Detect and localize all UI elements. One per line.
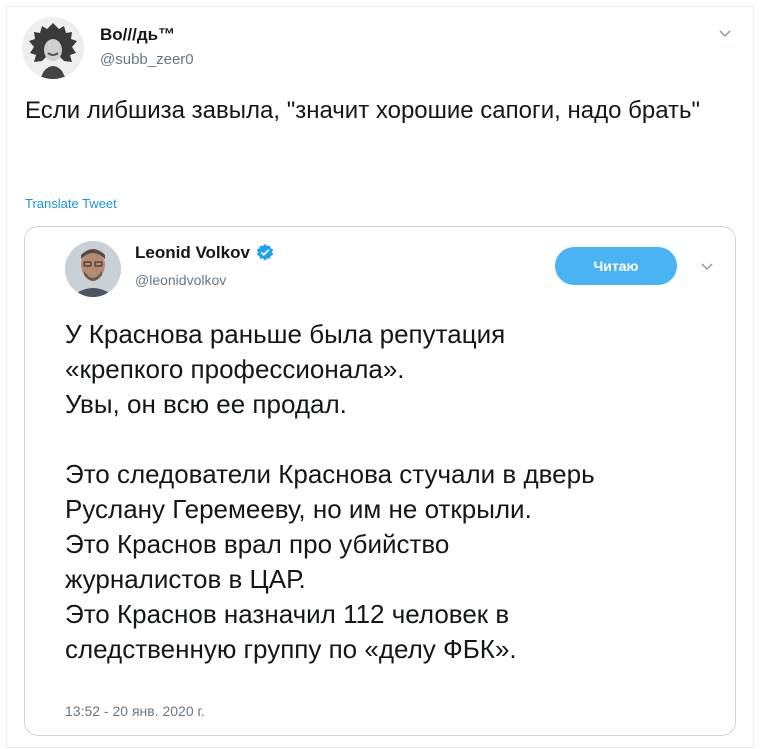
quoted-author-handle[interactable]: @leonidvolkov <box>135 272 226 288</box>
quoted-author-avatar[interactable] <box>65 241 121 297</box>
text-line: Руслану Геремееву, но им не открыли. <box>65 494 532 524</box>
text-line: Это Краснов назначил 112 человек в <box>65 599 510 629</box>
quoted-tweet[interactable]: Leonid Volkov @leonidvolkov Читаю У Крас… <box>24 226 736 736</box>
quoted-tweet-text: У Краснова раньше была репутация «крепко… <box>65 317 715 667</box>
author-name[interactable]: Во///дь™ <box>100 25 175 45</box>
chevron-down-icon[interactable] <box>699 259 715 275</box>
verified-badge-icon <box>256 244 274 261</box>
translate-tweet-link[interactable]: Translate Tweet <box>25 196 117 211</box>
text-line: Это следователи Краснова стучали в дверь <box>65 459 595 489</box>
quoted-timestamp[interactable]: 13:52 - 20 янв. 2020 г. <box>65 703 205 719</box>
text-line: Это Краснов врал про убийство <box>65 529 450 559</box>
tweet-text: Если либшиза завыла, "значит хорошие сап… <box>25 97 701 124</box>
text-line: Увы, он всю ее продал. <box>65 389 347 419</box>
author-avatar[interactable] <box>22 17 84 79</box>
chevron-down-icon[interactable] <box>717 26 733 42</box>
text-line: журналистов в ЦАР. <box>65 564 306 594</box>
quoted-author-name-row[interactable]: Leonid Volkov <box>135 243 275 263</box>
follow-button[interactable]: Читаю <box>555 247 677 285</box>
quoted-author-name[interactable]: Leonid Volkov <box>135 243 250 263</box>
text-line: следственную группу по «делу ФБК». <box>65 634 517 664</box>
author-handle[interactable]: @subb_zeer0 <box>100 51 194 68</box>
text-line: У Краснова раньше была репутация <box>65 319 506 349</box>
text-line: «крепкого профессионала». <box>65 354 405 384</box>
